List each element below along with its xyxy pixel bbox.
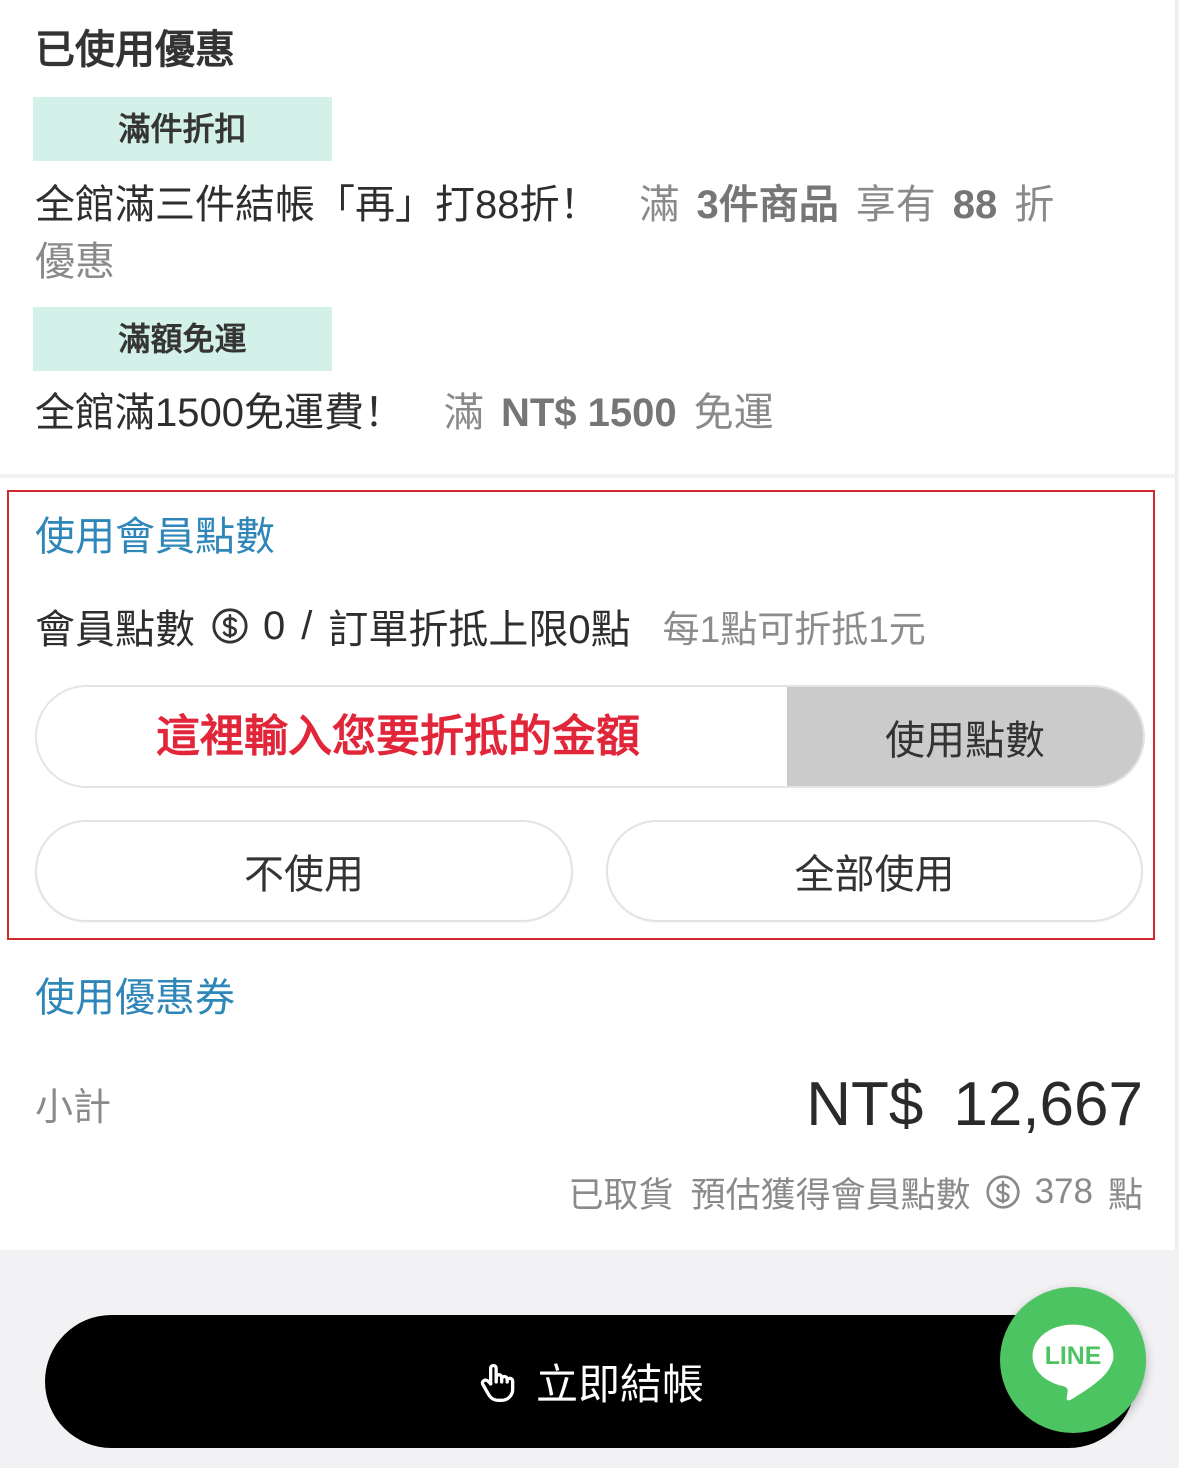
- offer-title: 全館滿1500免運費！: [35, 391, 404, 435]
- checkout-page: 已使用優惠 滿件折扣 全館滿三件結帳「再」打88折！ 滿 3件商品 享有 88 折優惠 滿…: [0, 0, 1179, 1468]
- dollar-coin-icon: [985, 1175, 1020, 1209]
- member-points-section: 使用會員點數 會員點數 0 / 訂單折抵上限0點 每1點可折抵1元 使用點數 不…: [7, 490, 1155, 940]
- estimated-points-label: 預估獲得會員點數: [690, 1175, 971, 1215]
- offer-tag-free-shipping: 滿額免運: [33, 307, 332, 371]
- offer-title: 全館滿三件結帳「再」打88折！: [35, 183, 600, 227]
- estimated-points: 已取貨 預估獲得會員點數 378 點: [569, 1170, 1143, 1215]
- line-chat-label: LINE: [1045, 1343, 1102, 1370]
- offer-tag-quantity-discount: 滿件折扣: [33, 97, 332, 161]
- offer-quantity-discount: 全館滿三件結帳「再」打88折！ 滿 3件商品 享有 88 折優惠: [35, 177, 1145, 291]
- points-redeem-field: 使用點數: [35, 685, 1145, 788]
- offer-condition-value: 88: [952, 183, 998, 227]
- line-chat-icon: LINE: [1032, 1324, 1114, 1400]
- subtotal-label: 小計: [35, 1087, 112, 1129]
- points-amount-input[interactable]: [37, 687, 787, 786]
- offer-free-shipping: 全館滿1500免運費！ 滿 NT$ 1500 免運: [35, 385, 1145, 442]
- member-points-rate-note: 每1點可折抵1元: [662, 609, 926, 650]
- applied-offers-card: 已使用優惠 滿件折扣 全館滿三件結帳「再」打88折！ 滿 3件商品 享有 88 折優惠 滿…: [0, 0, 1177, 474]
- checkout-label: 立即結帳: [535, 1361, 704, 1408]
- offer-condition-threshold: NT$ 1500: [500, 391, 677, 435]
- subtotal-value: 12,667: [953, 1070, 1143, 1139]
- subtotal-currency: NT$: [806, 1070, 924, 1139]
- dollar-coin-icon: [212, 608, 248, 644]
- use-coupon-link[interactable]: 使用優惠券: [35, 974, 235, 1022]
- estimated-points-unit: 點: [1107, 1175, 1143, 1215]
- pickup-status: 已取貨: [568, 1175, 674, 1215]
- offer-condition-threshold: 3件商品: [696, 183, 839, 227]
- line-chat-button[interactable]: LINE: [1000, 1287, 1146, 1433]
- hand-pointer-icon: [480, 1363, 515, 1402]
- offer-condition-lead: 滿: [443, 391, 484, 435]
- member-points-title: 使用會員點數: [35, 515, 275, 559]
- checkout-button[interactable]: 立即結帳: [45, 1315, 1135, 1448]
- offer-condition-verb: 享有: [855, 183, 936, 227]
- offer-condition-unit: 折: [1014, 183, 1055, 227]
- member-points-limit: 訂單折抵上限0點: [328, 608, 631, 652]
- member-points-summary: 會員點數 0 / 訂單折抵上限0點 每1點可折抵1元: [35, 601, 926, 653]
- offer-condition-lead: 滿: [639, 183, 680, 227]
- use-all-points-button[interactable]: 全部使用: [606, 820, 1143, 922]
- offer-condition-benefit: 免運: [693, 391, 774, 435]
- payment-card: 使用會員點數 會員點數 0 / 訂單折抵上限0點 每1點可折抵1元 使用點數 不…: [0, 478, 1177, 1250]
- member-points-label: 會員點數: [35, 608, 195, 652]
- offer-condition-tail: 優惠: [35, 240, 115, 284]
- applied-offers-title: 已使用優惠: [35, 28, 235, 72]
- no-points-button[interactable]: 不使用: [35, 820, 573, 922]
- estimated-points-value: 378: [1034, 1172, 1093, 1211]
- subtotal-amount: NT$ 12,667: [806, 1067, 1143, 1143]
- member-points-separator: /: [301, 603, 313, 648]
- use-points-button[interactable]: 使用點數: [787, 687, 1143, 786]
- member-points-balance: 0: [263, 603, 286, 648]
